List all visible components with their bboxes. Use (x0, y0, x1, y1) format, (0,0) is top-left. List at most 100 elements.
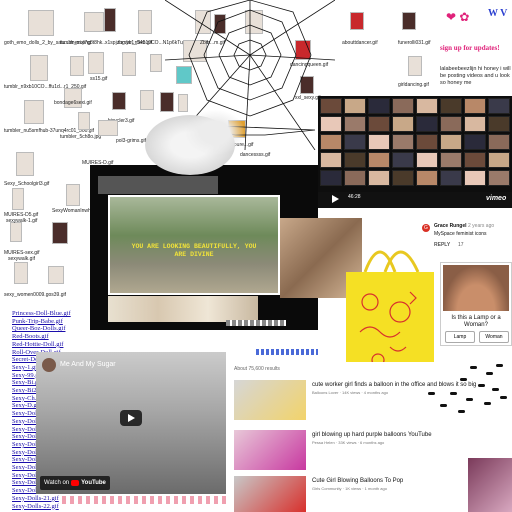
gif-thumb[interactable] (16, 152, 34, 176)
gif-thumb[interactable] (84, 12, 104, 32)
doll-link[interactable]: Princess-Doll-Blue.gif (12, 310, 71, 317)
doll-link[interactable]: Red-Hottie-Doll.gif (12, 341, 63, 348)
participant-tile[interactable] (440, 170, 462, 186)
participant-tile[interactable] (392, 170, 414, 186)
video-title[interactable]: Me And My Sugar (60, 361, 116, 368)
participant-tile[interactable] (320, 152, 342, 168)
gif-thumb[interactable] (48, 266, 64, 284)
participant-tile[interactable] (320, 134, 342, 150)
participant-tile[interactable] (392, 134, 414, 150)
comment-user[interactable]: Grace Rungel (434, 223, 467, 229)
doll-link[interactable]: Punk-Trip-Babe.gif (12, 318, 63, 325)
gif-thumb[interactable] (66, 184, 80, 206)
doll-link[interactable]: Queer-Boz-Dolls.gif (12, 325, 65, 332)
participant-tile[interactable] (344, 170, 366, 186)
participant-tile[interactable] (464, 170, 486, 186)
result-thumb[interactable] (234, 430, 306, 470)
gif-thumb[interactable] (408, 56, 422, 76)
lamp-ad[interactable]: Is this a Lamp or a Woman? Lamp Woman (440, 262, 512, 346)
participant-tile[interactable] (368, 98, 390, 114)
gif-caption[interactable]: ss15.gif (90, 76, 107, 82)
gif-thumb[interactable] (98, 120, 118, 136)
participant-tile[interactable] (488, 134, 510, 150)
vimeo-bar[interactable]: 46:28 vimeo (318, 192, 512, 208)
participant-tile[interactable] (440, 152, 462, 168)
participant-tile[interactable] (368, 170, 390, 186)
avatar[interactable]: G (422, 224, 430, 232)
gif-thumb[interactable] (104, 8, 116, 32)
result-thumb[interactable] (234, 380, 306, 420)
participant-tile[interactable] (368, 134, 390, 150)
gif-thumb[interactable] (122, 52, 136, 76)
participant-tile[interactable] (488, 152, 510, 168)
participant-tile[interactable] (320, 98, 342, 114)
signup-link[interactable]: sign up for updates! (440, 44, 500, 52)
gif-thumb[interactable] (24, 100, 44, 124)
participant-tile[interactable] (416, 134, 438, 150)
gif-caption[interactable]: pol3-grims.gif (116, 138, 146, 144)
gif-caption[interactable]: dancessss.gif (240, 152, 270, 158)
participant-tile[interactable] (464, 98, 486, 114)
gif-thumb[interactable] (112, 92, 126, 110)
road-video[interactable]: YOU ARE LOOKING BEAUTIFULLY, YOU ARE DIV… (108, 195, 280, 295)
woman-button[interactable]: Woman (479, 331, 509, 343)
gif-caption[interactable]: girldancing.gif (398, 82, 429, 88)
participant-tile[interactable] (440, 134, 462, 150)
participant-tile[interactable] (344, 98, 366, 114)
result-title[interactable]: Cute Girl Blowing Balloons To Pop (312, 478, 403, 484)
watch-on-youtube[interactable]: Watch on YouTube (40, 476, 110, 490)
gif-caption[interactable]: sexy_women0009.gos39.gif (4, 292, 66, 298)
participant-tile[interactable] (392, 152, 414, 168)
doll-link[interactable]: Sexy-Dolls-21.gif (12, 495, 59, 502)
gif-thumb[interactable] (138, 10, 152, 34)
channel-avatar[interactable] (42, 358, 56, 372)
participant-tile[interactable] (392, 98, 414, 114)
participant-tile[interactable] (344, 116, 366, 132)
participant-tile[interactable] (464, 134, 486, 150)
participant-tile[interactable] (440, 98, 462, 114)
participant-tile[interactable] (416, 170, 438, 186)
participant-tile[interactable] (392, 116, 414, 132)
tote-bag[interactable] (340, 232, 440, 382)
gif-thumb[interactable] (52, 222, 68, 244)
gif-thumb[interactable] (402, 12, 416, 30)
gif-thumb[interactable] (150, 54, 162, 72)
gif-thumb[interactable] (140, 90, 154, 110)
gif-thumb[interactable] (14, 262, 28, 284)
participant-tile[interactable] (488, 116, 510, 132)
participant-tile[interactable] (488, 170, 510, 186)
corner-thumb[interactable] (468, 458, 512, 512)
play-icon[interactable] (332, 195, 339, 203)
participant-tile[interactable] (320, 116, 342, 132)
participant-tile[interactable] (488, 98, 510, 114)
gif-caption[interactable]: bondage6sexi.gif (54, 100, 92, 106)
participant-tile[interactable] (464, 152, 486, 168)
gif-thumb[interactable] (10, 222, 22, 242)
gif-thumb[interactable] (28, 10, 54, 36)
participant-tile[interactable] (320, 170, 342, 186)
gif-caption[interactable]: funerolli031.gif (398, 40, 431, 46)
gif-caption[interactable]: sexywalk-1.gif (6, 218, 37, 224)
gif-caption[interactable]: tumbler_5ch8o.jpg (60, 134, 101, 140)
participant-tile[interactable] (368, 116, 390, 132)
participant-tile[interactable] (344, 134, 366, 150)
doll-link[interactable]: Red-Boots.gif (12, 333, 49, 340)
participant-tile[interactable] (416, 152, 438, 168)
gif-thumb[interactable] (350, 12, 364, 30)
gif-thumb[interactable] (70, 56, 84, 76)
participant-tile[interactable] (368, 152, 390, 168)
gif-thumb[interactable] (30, 55, 48, 81)
play-button[interactable] (120, 410, 142, 426)
gif-caption[interactable]: abouttdancer.gif (342, 40, 378, 46)
participant-tile[interactable] (344, 152, 366, 168)
gif-thumb[interactable] (12, 188, 24, 210)
youtube-player[interactable]: Me And My Sugar Watch on YouTube (36, 352, 226, 494)
gif-thumb[interactable] (88, 52, 104, 74)
participant-tile[interactable] (416, 98, 438, 114)
participant-tile[interactable] (416, 116, 438, 132)
vimeo-logo[interactable]: vimeo (486, 195, 506, 202)
lamp-button[interactable]: Lamp (445, 331, 475, 343)
participant-tile[interactable] (464, 116, 486, 132)
doll-link[interactable]: Sexy-Dolls-22.gif (12, 503, 59, 510)
result-title[interactable]: girl blowing up hard purple balloons You… (312, 432, 432, 438)
